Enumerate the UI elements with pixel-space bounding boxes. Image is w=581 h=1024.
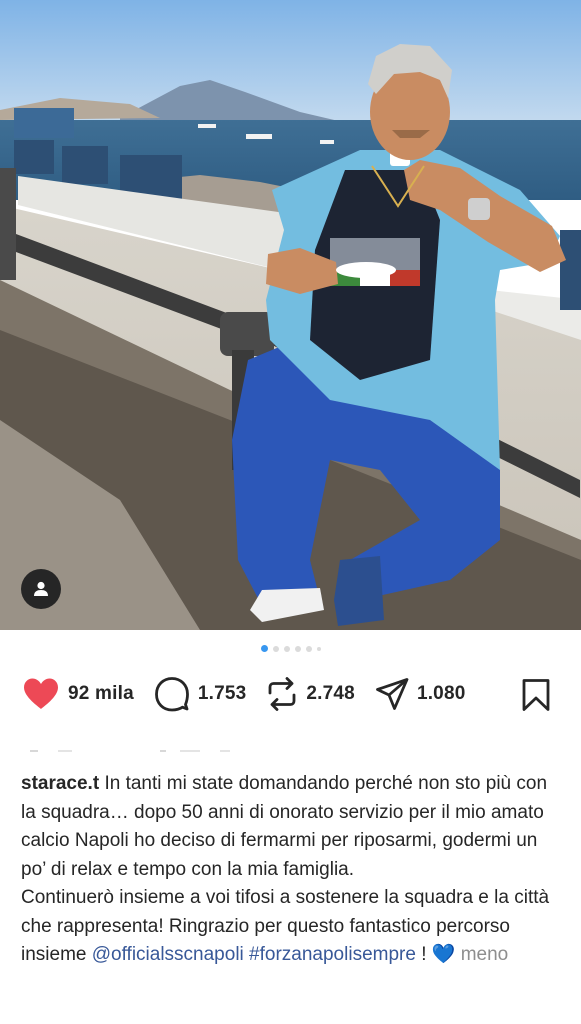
like-count: 92 mila bbox=[68, 683, 134, 704]
share-count: 1.080 bbox=[416, 683, 466, 704]
caption-text: ! bbox=[415, 944, 432, 965]
carousel-dot bbox=[283, 645, 290, 652]
carousel-dot bbox=[294, 645, 301, 652]
carousel-dot bbox=[305, 645, 312, 652]
heart-icon bbox=[24, 678, 58, 709]
comment-icon bbox=[154, 677, 189, 712]
user-tag-button[interactable] bbox=[21, 569, 61, 609]
carousel-dot-active bbox=[260, 645, 268, 652]
less-button[interactable]: meno bbox=[461, 944, 509, 965]
share-button[interactable]: 1.080 bbox=[375, 677, 466, 711]
post-actions: 92 mila 1.753 2.748 1.080 bbox=[22, 672, 559, 716]
blue-heart-emoji: 💙 bbox=[431, 944, 456, 965]
carousel-dot bbox=[272, 645, 279, 652]
save-button[interactable] bbox=[521, 678, 551, 717]
user-tag-icon bbox=[34, 581, 48, 596]
repost-icon bbox=[268, 677, 296, 711]
like-button[interactable]: 92 mila bbox=[22, 677, 134, 711]
caption-text: In tanti mi state domandando perché non … bbox=[21, 773, 548, 880]
bookmark-icon bbox=[522, 679, 550, 711]
post-photo[interactable] bbox=[0, 0, 581, 630]
caption-username[interactable]: starace.t bbox=[21, 773, 99, 794]
hashtag-link[interactable]: #forzanapolisempre bbox=[249, 944, 416, 965]
post-caption: starace.t In tanti mi state domandando p… bbox=[21, 770, 566, 970]
mention-link[interactable]: @officialsscnapoli bbox=[92, 944, 244, 965]
comment-button[interactable]: 1.753 bbox=[154, 676, 247, 712]
carousel-dot bbox=[316, 646, 321, 651]
carousel-indicator bbox=[0, 645, 581, 652]
repost-button[interactable]: 2.748 bbox=[266, 676, 355, 712]
post-image bbox=[0, 0, 581, 630]
comment-count: 1.753 bbox=[197, 683, 247, 704]
send-icon bbox=[376, 678, 409, 710]
cropped-text-fragment bbox=[30, 750, 230, 752]
repost-count: 2.748 bbox=[306, 683, 355, 704]
